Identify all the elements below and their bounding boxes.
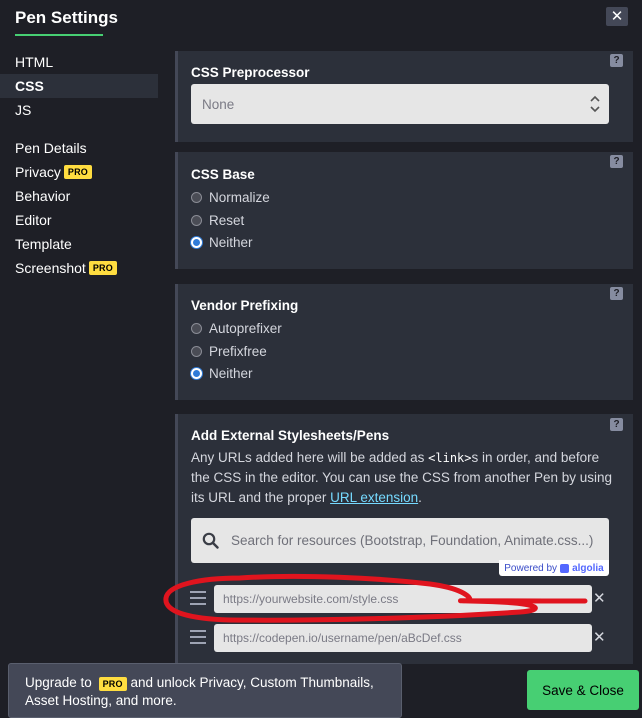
upgrade-banner[interactable]: Upgrade to PRO and unlock Privacy, Custo… <box>8 663 402 718</box>
sidebar-item-editor[interactable]: Editor <box>0 208 158 232</box>
help-icon[interactable]: ? <box>610 287 623 300</box>
radio-reset[interactable]: Reset <box>191 213 244 228</box>
css-base-panel: CSS Base ? Normalize Reset Neither <box>175 152 633 269</box>
help-icon[interactable]: ? <box>610 155 623 168</box>
radio-button[interactable] <box>191 346 202 357</box>
search-icon <box>202 532 219 549</box>
radio-label: Prefixfree <box>209 344 267 359</box>
pro-badge: PRO <box>88 261 117 275</box>
select-value: None <box>202 96 235 112</box>
radio-label: Reset <box>209 213 245 228</box>
title-underline <box>15 34 103 36</box>
remove-resource-icon[interactable]: ✕ <box>593 630 606 645</box>
powered-by-text: Powered by <box>504 562 558 574</box>
sidebar-item-js[interactable]: JS <box>0 98 158 122</box>
save-close-button[interactable]: Save & Close <box>527 670 639 710</box>
link-tag-code: <link> <box>428 451 472 465</box>
radio-button[interactable] <box>191 192 202 203</box>
modal-header: Pen Settings ✕ <box>0 0 642 44</box>
radio-label: Neither <box>209 235 253 250</box>
resource-search-input[interactable]: Search for resources (Bootstrap, Foundat… <box>191 518 609 563</box>
url-extension-link[interactable]: URL extension <box>330 490 418 505</box>
radio-button[interactable] <box>191 215 202 226</box>
sidebar-item-privacy[interactable]: Privacy PRO <box>0 160 158 184</box>
panel-description: Any URLs added here will be added as <li… <box>191 448 616 508</box>
sidebar-item-behavior[interactable]: Behavior <box>0 184 158 208</box>
radio-normalize[interactable]: Normalize <box>191 190 270 205</box>
panel-title: CSS Base <box>191 167 255 182</box>
input-placeholder: https://codepen.io/username/pen/aBcDef.c… <box>223 631 462 645</box>
drag-handle-icon[interactable] <box>190 591 206 607</box>
settings-sidebar: HTML CSS JS Pen Details Privacy PRO Beha… <box>0 50 158 280</box>
description-text: . <box>418 490 422 505</box>
sidebar-item-screenshot[interactable]: Screenshot PRO <box>0 256 158 280</box>
upgrade-text: Upgrade to <box>25 675 92 690</box>
panel-title: Add External Stylesheets/Pens <box>191 428 390 443</box>
pro-badge: PRO <box>63 165 93 179</box>
close-icon[interactable]: ✕ <box>606 7 628 26</box>
pro-badge: PRO <box>98 677 127 691</box>
sidebar-item-label: Privacy <box>15 164 61 180</box>
sidebar-item-html[interactable]: HTML <box>0 50 158 74</box>
radio-button-selected[interactable] <box>191 237 202 248</box>
sidebar-item-pen-details[interactable]: Pen Details <box>0 136 158 160</box>
input-placeholder: https://yourwebsite.com/style.css <box>223 592 399 606</box>
preprocessor-select[interactable]: None <box>191 84 609 124</box>
radio-autoprefixer[interactable]: Autoprefixer <box>191 321 282 336</box>
sidebar-item-template[interactable]: Template <box>0 232 158 256</box>
resource-row: https://codepen.io/username/pen/aBcDef.c… <box>190 624 612 652</box>
vendor-prefixing-panel: Vendor Prefixing ? Autoprefixer Prefixfr… <box>175 284 633 400</box>
modal-title: Pen Settings <box>15 8 118 27</box>
radio-neither[interactable]: Neither <box>191 366 253 381</box>
radio-label: Autoprefixer <box>209 321 282 336</box>
powered-by-algolia[interactable]: Powered by algolia <box>499 560 609 576</box>
radio-button[interactable] <box>191 323 202 334</box>
radio-label: Normalize <box>209 190 270 205</box>
remove-resource-icon[interactable]: ✕ <box>593 591 606 606</box>
sidebar-item-label: Screenshot <box>15 260 86 276</box>
help-icon[interactable]: ? <box>610 418 623 431</box>
search-placeholder: Search for resources (Bootstrap, Foundat… <box>231 533 594 548</box>
description-text: Any URLs added here will be added as <box>191 450 429 465</box>
panel-title: Vendor Prefixing <box>191 298 299 313</box>
algolia-icon <box>560 563 570 573</box>
drag-handle-icon[interactable] <box>190 630 206 646</box>
sidebar-item-css[interactable]: CSS <box>0 74 158 98</box>
resource-row: https://yourwebsite.com/style.css ✕ <box>190 585 612 613</box>
radio-button-selected[interactable] <box>191 368 202 379</box>
radio-neither[interactable]: Neither <box>191 235 253 250</box>
algolia-brand: algolia <box>572 562 604 574</box>
radio-label: Neither <box>209 366 253 381</box>
preprocessor-panel: CSS Preprocessor ? None <box>175 51 633 142</box>
resource-url-input[interactable]: https://yourwebsite.com/style.css <box>214 585 592 613</box>
panel-title: CSS Preprocessor <box>191 65 310 80</box>
radio-prefixfree[interactable]: Prefixfree <box>191 344 267 359</box>
resource-url-input[interactable]: https://codepen.io/username/pen/aBcDef.c… <box>214 624 592 652</box>
help-icon[interactable]: ? <box>610 54 623 67</box>
chevron-up-down-icon <box>590 95 600 113</box>
